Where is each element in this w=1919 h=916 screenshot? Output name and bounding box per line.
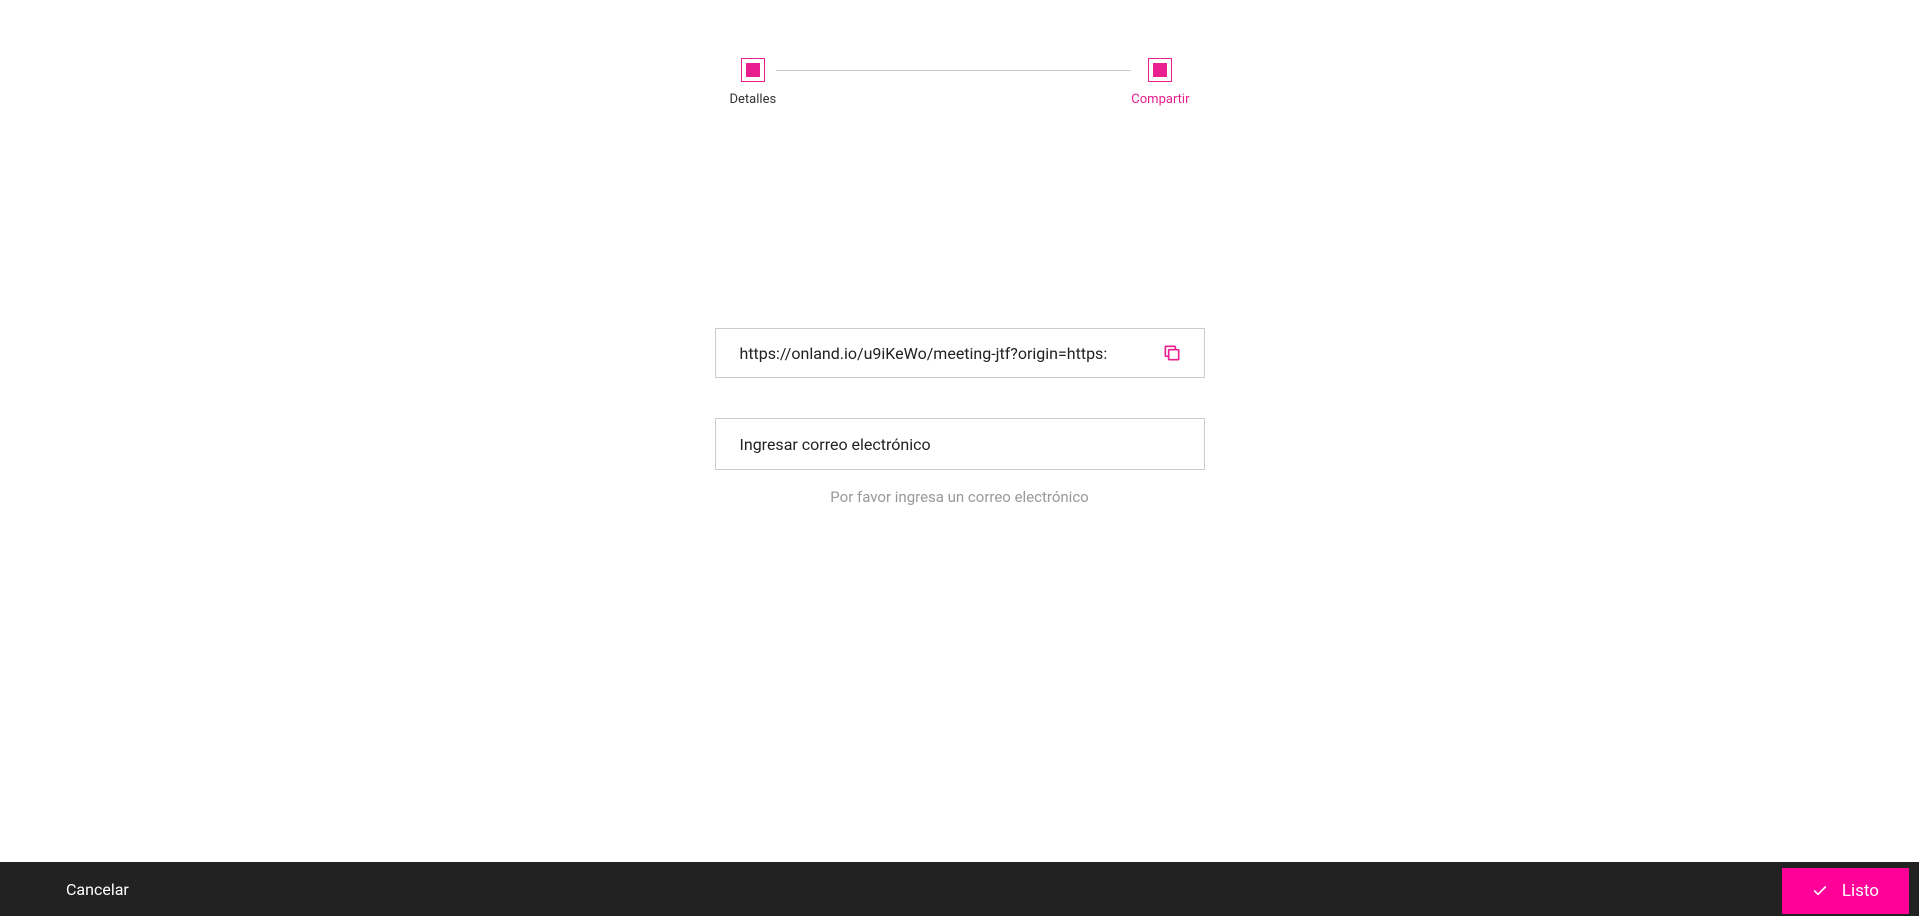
share-form: Por favor ingresa un correo electrónico <box>715 328 1205 506</box>
email-field[interactable] <box>740 435 1180 454</box>
url-group <box>715 328 1205 378</box>
copy-icon[interactable] <box>1162 343 1182 363</box>
step-connector <box>776 70 1131 71</box>
url-field[interactable] <box>740 344 1162 363</box>
email-helper-text: Por favor ingresa un correo electrónico <box>715 488 1205 506</box>
stepper: Detalles Compartir <box>730 58 1190 107</box>
footer-bar: Cancelar Listo <box>0 862 1919 916</box>
done-button[interactable]: Listo <box>1782 868 1909 914</box>
step-detalles[interactable]: Detalles <box>730 58 777 107</box>
done-button-label: Listo <box>1842 881 1879 901</box>
step-label-compartir: Compartir <box>1131 92 1189 107</box>
step-label-detalles: Detalles <box>730 92 777 107</box>
step-compartir[interactable]: Compartir <box>1131 58 1189 107</box>
step-box-icon <box>1148 58 1172 82</box>
check-icon <box>1812 883 1828 899</box>
step-box-icon <box>741 58 765 82</box>
email-group <box>715 418 1205 470</box>
cancel-button[interactable]: Cancelar <box>66 880 129 899</box>
